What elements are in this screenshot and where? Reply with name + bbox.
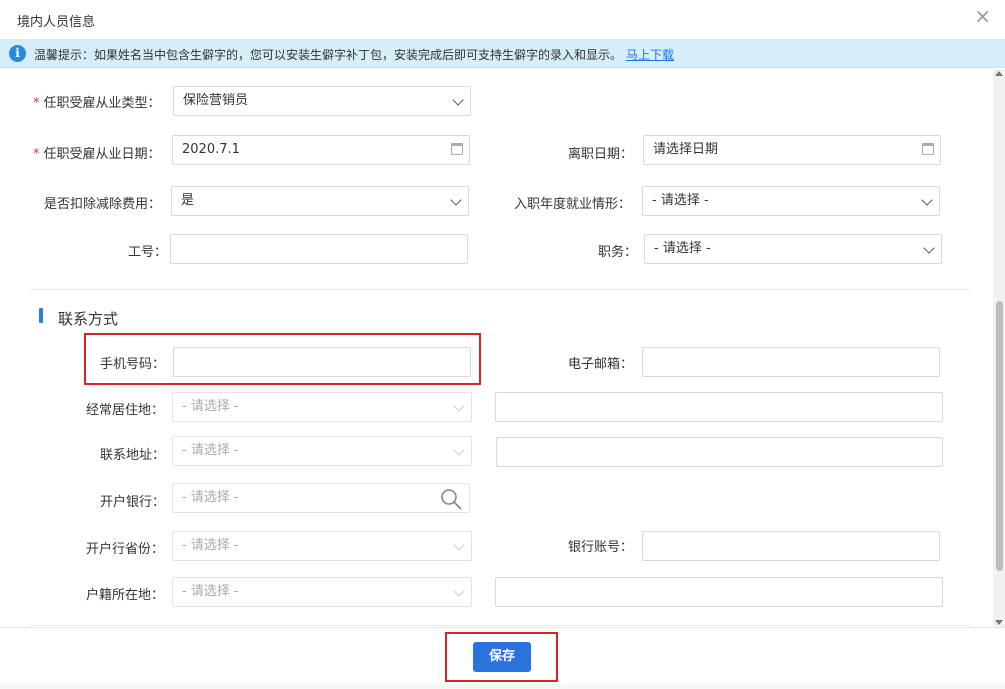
address-select[interactable]: - 请选择 - [172, 436, 472, 466]
chevron-down-icon [453, 444, 465, 456]
dialog-footer: 保存 [0, 627, 1005, 689]
hire-status-select[interactable]: - 请选择 - [642, 186, 940, 216]
section-divider [30, 289, 970, 290]
scroll-down-arrow-icon[interactable] [995, 620, 1003, 625]
calendar-icon [451, 143, 463, 155]
phone-input[interactable] [173, 347, 471, 377]
section-marker [39, 308, 43, 323]
leave-date-label: 离职日期： [568, 147, 634, 162]
address-detail-input[interactable] [496, 437, 943, 467]
scrollbar-thumb[interactable] [996, 301, 1003, 571]
chevron-down-icon [453, 539, 465, 551]
job-number-label: 工号： [128, 245, 168, 260]
hukou-label: 户籍所在地： [86, 588, 165, 603]
residence-detail-input[interactable] [495, 392, 943, 422]
chevron-down-icon [453, 400, 465, 412]
notice-message: 温馨提示：如果姓名当中包含生僻字的，您可以安装生僻字补丁包，安装完成后即可支持生… [34, 48, 623, 62]
chevron-down-icon [453, 585, 465, 597]
address-label: 联系地址： [100, 448, 166, 463]
bank-account-label: 银行账号： [568, 540, 634, 555]
bank-province-select[interactable]: - 请选择 - [172, 531, 472, 561]
job-number-input[interactable] [170, 234, 468, 264]
bank-search-input[interactable]: - 请选择 - [172, 483, 470, 513]
bank-label: 开户银行： [100, 495, 166, 510]
section-title-contact: 联系方式 [58, 310, 119, 328]
employment-type-select[interactable]: 保险营销员 [173, 86, 471, 116]
form-content: * 任职受雇从业类型： 保险营销员 * 任职受雇从业日期： 2020.7.1 离职日… [0, 69, 993, 627]
bank-province-label: 开户行省份： [86, 542, 165, 557]
email-label: 电子邮箱： [568, 357, 634, 372]
bottom-divider [30, 625, 970, 626]
chevron-down-icon [450, 194, 462, 206]
hukou-detail-input[interactable] [495, 577, 943, 607]
close-icon[interactable]: × [974, 6, 991, 26]
position-label: 职务： [598, 245, 638, 260]
hire-status-label: 入职年度就业情形： [514, 197, 632, 212]
residence-label: 经常居住地： [86, 403, 165, 418]
bank-account-input[interactable] [642, 531, 940, 561]
save-button[interactable]: 保存 [473, 642, 531, 672]
calendar-icon [922, 143, 934, 155]
info-icon: i [9, 45, 26, 62]
employment-date-picker[interactable]: 2020.7.1 [172, 135, 470, 165]
position-select[interactable]: - 请选择 - [644, 234, 942, 264]
scroll-up-arrow-icon[interactable] [995, 71, 1003, 76]
residence-select[interactable]: - 请选择 - [172, 392, 472, 422]
download-link[interactable]: 马上下载 [626, 48, 674, 62]
chevron-down-icon [452, 94, 464, 106]
dialog-titlebar: 境内人员信息 × [0, 0, 1005, 40]
deduct-select[interactable]: 是 [171, 186, 469, 216]
phone-label: 手机号码： [100, 357, 166, 372]
search-icon[interactable] [439, 487, 463, 511]
deduct-label: 是否扣除减除费用： [44, 197, 162, 212]
leave-date-picker[interactable]: 请选择日期 [643, 135, 941, 165]
notice-bar: i 温馨提示：如果姓名当中包含生僻字的，您可以安装生僻字补丁包，安装完成后即可支… [0, 40, 1005, 68]
email-input[interactable] [642, 347, 940, 377]
chevron-down-icon [921, 194, 933, 206]
employment-type-label: * 任职受雇从业类型： [33, 96, 161, 111]
employment-date-label: * 任职受雇从业日期： [33, 147, 161, 162]
chevron-down-icon [923, 242, 935, 254]
bottom-strip [0, 684, 1005, 689]
dialog-title: 境内人员信息 [17, 15, 96, 30]
scrollbar[interactable] [993, 69, 1005, 627]
hukou-select[interactable]: - 请选择 - [172, 577, 472, 607]
